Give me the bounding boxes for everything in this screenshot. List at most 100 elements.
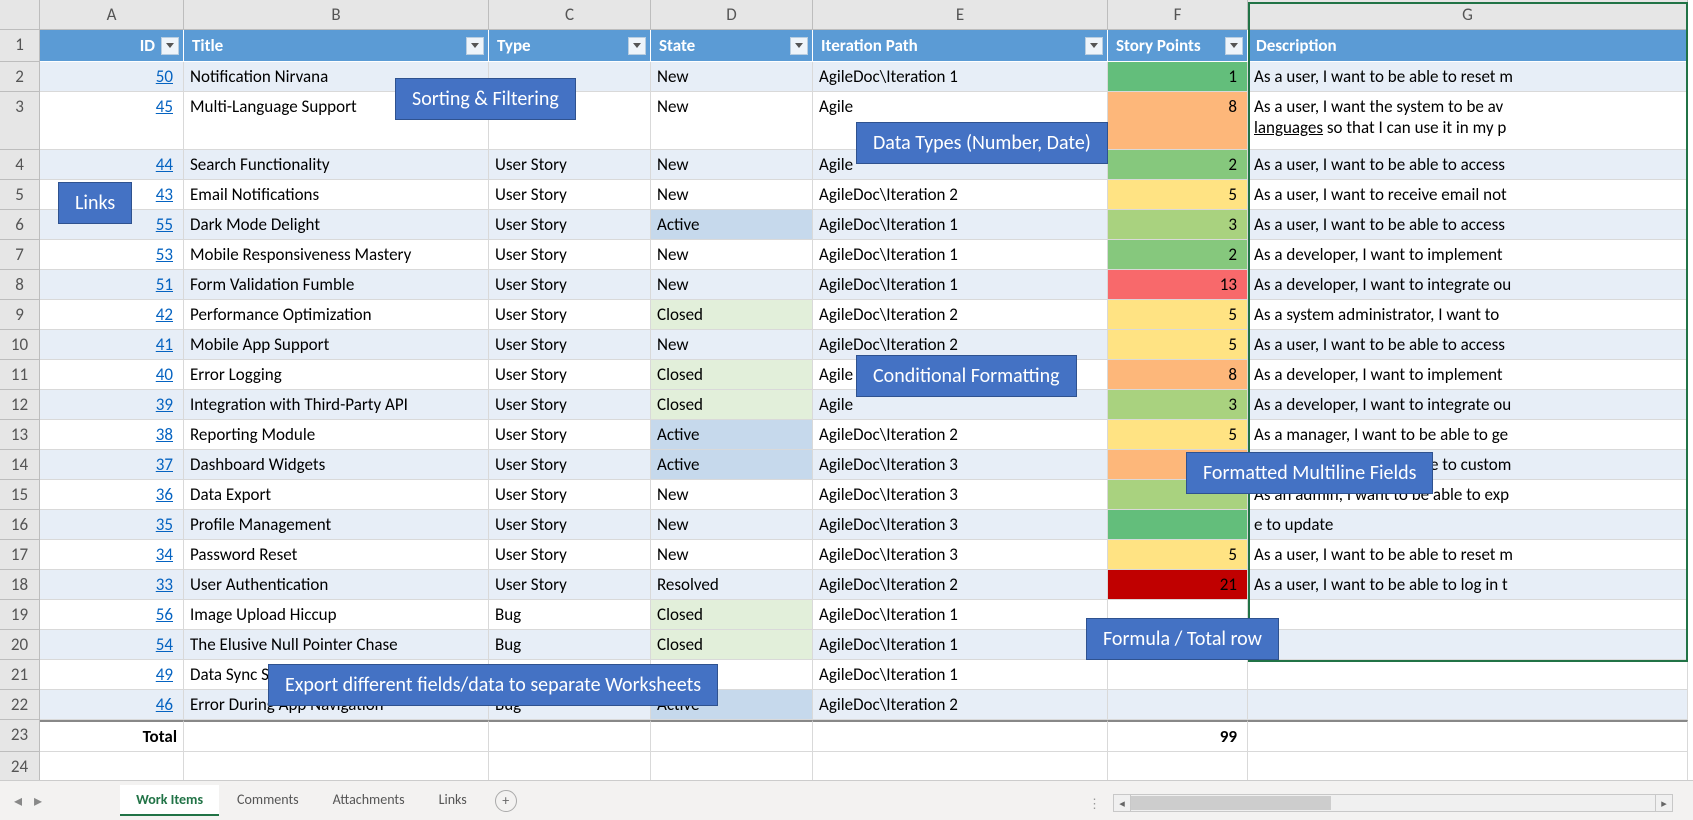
work-item-link[interactable]: 53: [156, 244, 173, 265]
row-header-6[interactable]: 6: [0, 210, 40, 240]
work-item-link[interactable]: 36: [156, 484, 173, 505]
table-header-id[interactable]: ID: [40, 30, 184, 62]
row-header-18[interactable]: 18: [0, 570, 40, 600]
table-header-title[interactable]: Title: [184, 30, 489, 62]
hscroll-thumb[interactable]: [1131, 796, 1331, 810]
column-header-F[interactable]: F: [1108, 0, 1248, 30]
cell-type: User Story: [489, 360, 651, 390]
table-header-iter[interactable]: Iteration Path: [813, 30, 1108, 62]
row-header-16[interactable]: 16: [0, 510, 40, 540]
cell-description: As a user, I want to be able to reset m: [1248, 62, 1688, 92]
work-item-link[interactable]: 55: [156, 214, 173, 235]
row-header-9[interactable]: 9: [0, 300, 40, 330]
sheet-tab-links[interactable]: Links: [423, 785, 483, 816]
row-header-12[interactable]: 12: [0, 390, 40, 420]
empty-cell[interactable]: [1108, 752, 1248, 780]
cell-title: Password Reset: [184, 540, 489, 570]
work-item-link[interactable]: 46: [156, 694, 173, 715]
empty-cell[interactable]: [489, 752, 651, 780]
tab-nav-next[interactable]: ▸: [28, 791, 48, 811]
row-header-1[interactable]: 1: [0, 30, 40, 62]
horizontal-scrollbar[interactable]: ◂ ▸: [1113, 794, 1673, 812]
empty-cell[interactable]: [184, 752, 489, 780]
table-header-type[interactable]: Type: [489, 30, 651, 62]
work-item-link[interactable]: 44: [156, 154, 173, 175]
row-header-23[interactable]: 23: [0, 720, 40, 752]
cell-iteration: AgileDoc\Iteration 1: [813, 600, 1108, 630]
column-header-B[interactable]: B: [184, 0, 489, 30]
work-item-link[interactable]: 40: [156, 364, 173, 385]
cell-state: Closed: [651, 360, 813, 390]
column-header-D[interactable]: D: [651, 0, 813, 30]
row-header-4[interactable]: 4: [0, 150, 40, 180]
row-header-14[interactable]: 14: [0, 450, 40, 480]
filter-button-title[interactable]: [466, 37, 484, 55]
work-item-link[interactable]: 42: [156, 304, 173, 325]
cell-state: Closed: [651, 600, 813, 630]
work-item-link[interactable]: 49: [156, 664, 173, 685]
work-item-link[interactable]: 43: [156, 184, 173, 205]
sheet-tab-work-items[interactable]: Work Items: [120, 785, 219, 816]
row-header-3[interactable]: 3: [0, 92, 40, 150]
table-header-desc[interactable]: Description: [1248, 30, 1688, 62]
row-header-21[interactable]: 21: [0, 660, 40, 690]
filter-button-sp[interactable]: [1225, 37, 1243, 55]
column-header-G[interactable]: G: [1248, 0, 1688, 30]
work-item-link[interactable]: 38: [156, 424, 173, 445]
sheet-tab-comments[interactable]: Comments: [221, 785, 315, 816]
work-item-link[interactable]: 35: [156, 514, 173, 535]
table-header-sp[interactable]: Story Points: [1108, 30, 1248, 62]
work-item-link[interactable]: 56: [156, 604, 173, 625]
row-header-17[interactable]: 17: [0, 540, 40, 570]
cell-description: As a user, I want to be able to log in t: [1248, 570, 1688, 600]
cell-id: 35: [40, 510, 184, 540]
total-blank: [184, 720, 489, 752]
table-header-state[interactable]: State: [651, 30, 813, 62]
row-header-19[interactable]: 19: [0, 600, 40, 630]
filter-button-state[interactable]: [790, 37, 808, 55]
row-header-2[interactable]: 2: [0, 62, 40, 92]
empty-cell[interactable]: [813, 752, 1108, 780]
hscroll-track[interactable]: [1131, 794, 1655, 812]
row-header-11[interactable]: 11: [0, 360, 40, 390]
filter-button-iter[interactable]: [1085, 37, 1103, 55]
cell-state: Active: [651, 450, 813, 480]
work-item-link[interactable]: 37: [156, 454, 173, 475]
row-header-22[interactable]: 22: [0, 690, 40, 720]
callout-links: Links: [58, 182, 132, 224]
cell-description: As a user, I want to be able to access: [1248, 150, 1688, 180]
empty-cell[interactable]: [1248, 752, 1688, 780]
add-sheet-button[interactable]: +: [495, 790, 517, 812]
sheet-tab-attachments[interactable]: Attachments: [317, 785, 421, 816]
cell-description: As a system administrator, I want to: [1248, 300, 1688, 330]
filter-button-type[interactable]: [628, 37, 646, 55]
column-header-A[interactable]: A: [40, 0, 184, 30]
tab-splitter[interactable]: ⋮: [1088, 797, 1099, 812]
column-header-C[interactable]: C: [489, 0, 651, 30]
column-header-E[interactable]: E: [813, 0, 1108, 30]
hscroll-right[interactable]: ▸: [1655, 794, 1673, 812]
cell-type: Bug: [489, 630, 651, 660]
row-header-5[interactable]: 5: [0, 180, 40, 210]
work-item-link[interactable]: 41: [156, 334, 173, 355]
row-header-24[interactable]: 24: [0, 752, 40, 780]
work-item-link[interactable]: 51: [156, 274, 173, 295]
select-all-corner[interactable]: [0, 0, 40, 30]
work-item-link[interactable]: 54: [156, 634, 173, 655]
work-item-link[interactable]: 33: [156, 574, 173, 595]
row-header-8[interactable]: 8: [0, 270, 40, 300]
row-header-10[interactable]: 10: [0, 330, 40, 360]
row-header-20[interactable]: 20: [0, 630, 40, 660]
row-header-13[interactable]: 13: [0, 420, 40, 450]
row-header-7[interactable]: 7: [0, 240, 40, 270]
work-item-link[interactable]: 39: [156, 394, 173, 415]
row-header-15[interactable]: 15: [0, 480, 40, 510]
tab-nav-prev[interactable]: ◂: [8, 791, 28, 811]
hscroll-left[interactable]: ◂: [1113, 794, 1131, 812]
empty-cell[interactable]: [40, 752, 184, 780]
empty-cell[interactable]: [651, 752, 813, 780]
filter-button-id[interactable]: [161, 37, 179, 55]
work-item-link[interactable]: 45: [156, 96, 173, 117]
work-item-link[interactable]: 34: [156, 544, 173, 565]
work-item-link[interactable]: 50: [156, 66, 173, 87]
